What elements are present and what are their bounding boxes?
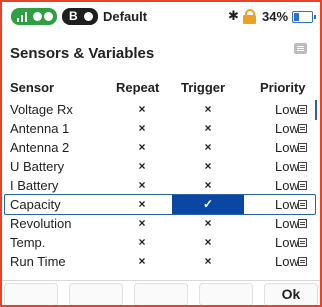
softkey-slot[interactable]	[199, 283, 253, 305]
sensor-table[interactable]: Voltage Rx × × Low Antenna 1 × × Low Ant…	[2, 100, 320, 272]
repeat-toggle[interactable]: ×	[112, 233, 172, 252]
dropdown-icon[interactable]	[298, 162, 307, 171]
sensor-name: Revolution	[10, 216, 72, 231]
repeat-toggle[interactable]: ×	[112, 252, 172, 271]
header-trigger: Trigger	[181, 80, 226, 95]
table-row[interactable]: Temp. × × Low	[2, 233, 320, 252]
status-bar: B Default ✱ 34%	[2, 2, 320, 32]
dropdown-icon[interactable]	[298, 238, 307, 247]
trigger-toggle[interactable]: ×	[178, 176, 238, 195]
priority-select[interactable]: Low	[275, 197, 299, 212]
softkey-slot[interactable]	[69, 283, 123, 305]
dropdown-icon[interactable]	[298, 219, 307, 228]
signal-icon	[11, 8, 57, 25]
table-row[interactable]: Voltage Rx × × Low	[2, 100, 320, 119]
table-row[interactable]: Revolution × × Low	[2, 214, 320, 233]
table-row[interactable]: I Battery × × Low	[2, 176, 320, 195]
trigger-toggle[interactable]: ×	[178, 138, 238, 157]
sensor-name: U Battery	[10, 159, 65, 174]
trigger-toggle[interactable]: ×	[178, 100, 238, 119]
table-header: Sensor Repeat Trigger Priority	[2, 80, 320, 98]
priority-select[interactable]: Low	[275, 121, 299, 136]
dropdown-icon[interactable]	[298, 257, 307, 266]
model-name[interactable]: Default	[103, 8, 147, 25]
screen-frame: B Default ✱ 34% Sensors & Variables Sens…	[0, 0, 322, 307]
lock-icon	[243, 9, 256, 24]
repeat-toggle[interactable]: ×	[112, 100, 172, 119]
repeat-toggle[interactable]: ×	[112, 195, 172, 214]
priority-select[interactable]: Low	[275, 254, 299, 269]
dropdown-icon[interactable]	[298, 124, 307, 133]
repeat-toggle[interactable]: ×	[112, 214, 172, 233]
header-repeat: Repeat	[116, 80, 160, 95]
softkey-slot[interactable]	[134, 283, 188, 305]
sensor-name: Voltage Rx	[10, 102, 73, 117]
battery-percent: 34%	[262, 9, 289, 24]
sensor-name: Run Time	[10, 254, 66, 269]
trigger-toggle[interactable]: ×	[178, 157, 238, 176]
sensor-name: Temp.	[10, 235, 46, 250]
mode-dot-icon	[84, 12, 93, 21]
table-row[interactable]: U Battery × × Low	[2, 157, 320, 176]
dropdown-icon[interactable]	[298, 181, 307, 190]
sensor-name: Capacity	[10, 197, 61, 212]
priority-select[interactable]: Low	[275, 102, 299, 117]
table-row-selected[interactable]: Capacity × ✓ Low	[2, 194, 320, 215]
sensor-name: Antenna 1	[10, 121, 70, 136]
trigger-toggle[interactable]: ×	[178, 233, 238, 252]
repeat-toggle[interactable]: ×	[112, 119, 172, 138]
ok-button[interactable]: Ok	[264, 283, 318, 305]
bluetooth-icon: ✱	[228, 9, 239, 24]
softkey-slot[interactable]	[4, 283, 58, 305]
scrollbar[interactable]	[315, 100, 317, 120]
priority-select[interactable]: Low	[275, 178, 299, 193]
header-priority: Priority	[260, 80, 306, 95]
trigger-toggle[interactable]: ×	[178, 252, 238, 271]
priority-select[interactable]: Low	[275, 159, 299, 174]
trigger-toggle[interactable]: ×	[178, 214, 238, 233]
battery-icon	[292, 11, 316, 23]
trigger-toggle[interactable]: ×	[178, 119, 238, 138]
dropdown-icon[interactable]	[298, 105, 307, 114]
bottom-bar: Ok	[2, 280, 320, 305]
table-row[interactable]: Antenna 2 × × Low	[2, 138, 320, 157]
signal-bars-icon	[17, 12, 29, 22]
repeat-toggle[interactable]: ×	[112, 176, 172, 195]
header-sensor: Sensor	[10, 80, 55, 95]
trigger-toggle-active[interactable]: ✓	[172, 195, 244, 214]
page-title: Sensors & Variables	[10, 45, 155, 62]
priority-select[interactable]: Low	[275, 235, 299, 250]
dropdown-icon[interactable]	[298, 143, 307, 152]
table-row[interactable]: Antenna 1 × × Low	[2, 119, 320, 138]
sensor-name: Antenna 2	[10, 140, 70, 155]
receiver-dot-icon	[44, 12, 53, 21]
receiver-dot-icon	[33, 12, 42, 21]
priority-select[interactable]: Low	[275, 216, 299, 231]
mode-label: B	[69, 9, 78, 23]
mode-badge[interactable]: B	[62, 8, 98, 25]
sensor-name: I Battery	[10, 178, 59, 193]
table-row[interactable]: Run Time × × Low	[2, 252, 320, 271]
menu-icon[interactable]	[294, 43, 307, 54]
repeat-toggle[interactable]: ×	[112, 157, 172, 176]
dropdown-icon[interactable]	[298, 200, 307, 209]
repeat-toggle[interactable]: ×	[112, 138, 172, 157]
priority-select[interactable]: Low	[275, 140, 299, 155]
